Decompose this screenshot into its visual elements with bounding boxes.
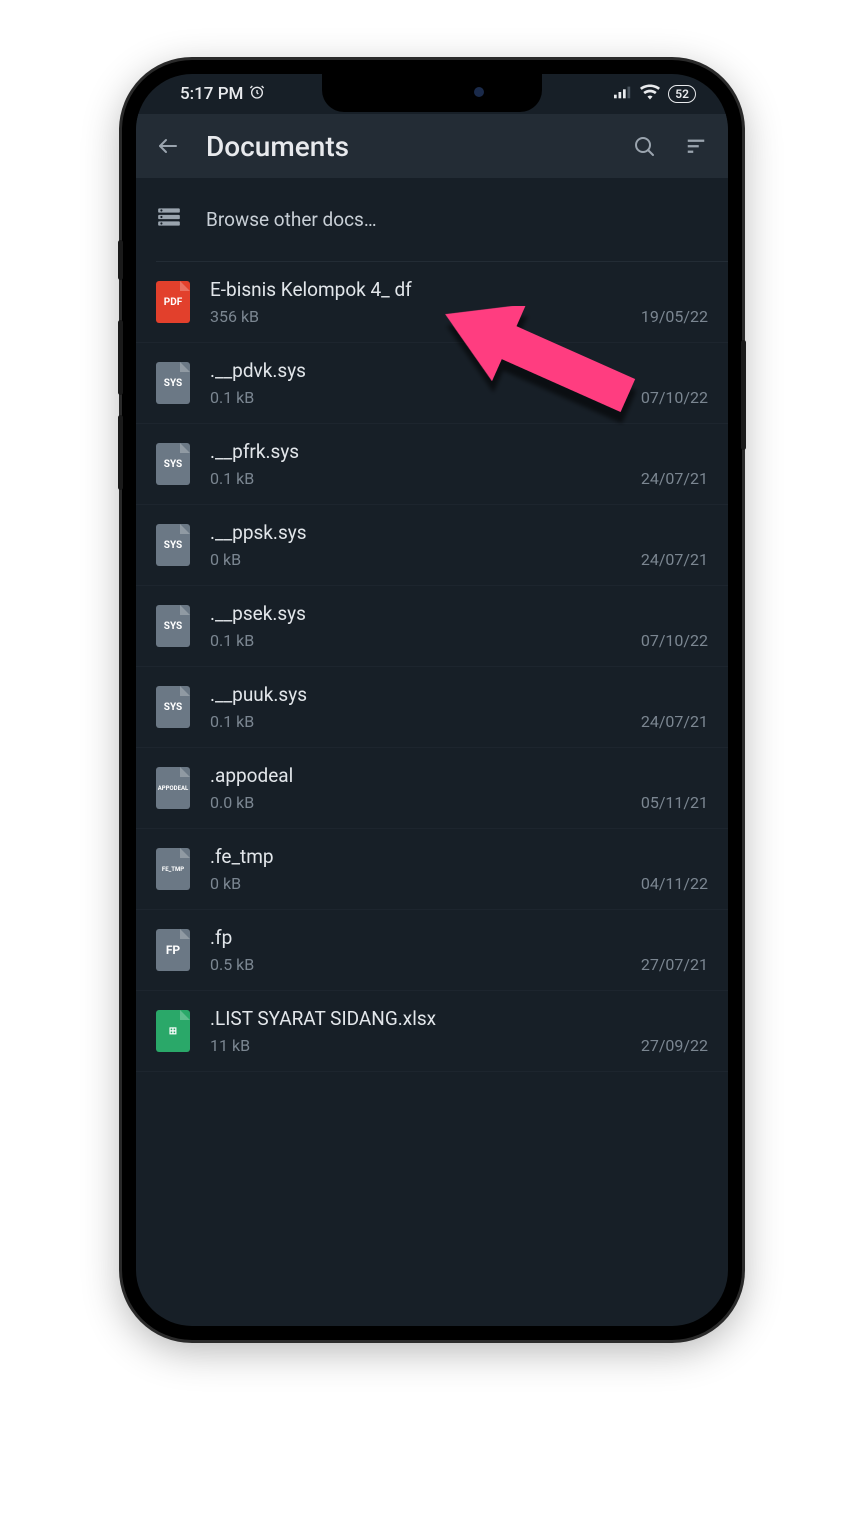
- file-info: .fe_tmp 0 kB 04/11/22: [210, 845, 708, 893]
- battery-indicator: 52: [668, 85, 696, 103]
- file-size: 0 kB: [210, 550, 241, 569]
- file-date: 24/07/21: [641, 712, 708, 731]
- file-name: .__pfrk.sys: [210, 440, 708, 463]
- alarm-icon: [249, 84, 265, 105]
- file-row[interactable]: APPODEAL .appodeal 0.0 kB 05/11/21: [136, 748, 728, 829]
- file-meta: 0.1 kB 24/07/21: [210, 712, 708, 731]
- file-row[interactable]: FE_TMP .fe_tmp 0 kB 04/11/22: [136, 829, 728, 910]
- sys-file-icon: SYS: [156, 686, 190, 728]
- file-name: .__psek.sys: [210, 602, 708, 625]
- file-name: .appodeal: [210, 764, 708, 787]
- pdf-file-icon: PDF: [156, 281, 190, 323]
- battery-percent: 52: [675, 87, 689, 101]
- file-name: .fe_tmp: [210, 845, 708, 868]
- file-meta: 0.0 kB 05/11/21: [210, 793, 708, 812]
- file-date: 07/10/22: [641, 388, 708, 407]
- status-time: 5:17 PM: [180, 84, 243, 104]
- file-date: 24/07/21: [641, 469, 708, 488]
- content-area: Browse other docs… PDF E-bisnis Kelompok…: [136, 178, 728, 1072]
- sys-file-icon: SYS: [156, 362, 190, 404]
- file-date: 27/09/22: [641, 1036, 708, 1055]
- file-size: 0.1 kB: [210, 712, 254, 731]
- file-row[interactable]: SYS .__ppsk.sys 0 kB 24/07/21: [136, 505, 728, 586]
- file-meta: 0.5 kB 27/07/21: [210, 955, 708, 974]
- file-info: .__ppsk.sys 0 kB 24/07/21: [210, 521, 708, 569]
- file-date: 04/11/22: [641, 874, 708, 893]
- sys-file-icon: SYS: [156, 605, 190, 647]
- file-meta: 0.1 kB 07/10/22: [210, 388, 708, 407]
- file-row[interactable]: ⊞ .LIST SYARAT SIDANG.xlsx 11 kB 27/09/22: [136, 991, 728, 1072]
- file-list: PDF E-bisnis Kelompok 4_ df 356 kB 19/05/2…: [136, 262, 728, 1072]
- phone-notch: [322, 74, 542, 112]
- back-button[interactable]: [154, 132, 182, 160]
- file-date: 19/05/22: [641, 307, 708, 326]
- signal-icon: [614, 84, 632, 104]
- file-info: .__pfrk.sys 0.1 kB 24/07/21: [210, 440, 708, 488]
- wifi-icon: [640, 84, 660, 105]
- file-row[interactable]: SYS .__psek.sys 0.1 kB 07/10/22: [136, 586, 728, 667]
- file-row[interactable]: SYS .__puuk.sys 0.1 kB 24/07/21: [136, 667, 728, 748]
- file-meta: 0.1 kB 07/10/22: [210, 631, 708, 650]
- phone-mute-switch: [118, 240, 123, 280]
- file-name: E-bisnis Kelompok 4_ df: [210, 278, 708, 301]
- phone-volume-up: [118, 320, 123, 395]
- file-meta: 0 kB 04/11/22: [210, 874, 708, 893]
- file-info: .__pdvk.sys 0.1 kB 07/10/22: [210, 359, 708, 407]
- file-size: 356 kB: [210, 307, 259, 326]
- file-name: .__ppsk.sys: [210, 521, 708, 544]
- page-title: Documents: [206, 130, 606, 163]
- file-row[interactable]: FP .fp 0.5 kB 27/07/21: [136, 910, 728, 991]
- file-size: 0.1 kB: [210, 469, 254, 488]
- file-size: 11 kB: [210, 1036, 250, 1055]
- file-date: 24/07/21: [641, 550, 708, 569]
- phone-frame: 5:17 PM 52 Document: [122, 60, 742, 1340]
- file-date: 07/10/22: [641, 631, 708, 650]
- file-date: 27/07/21: [641, 955, 708, 974]
- file-date: 05/11/21: [641, 793, 708, 812]
- file-size: 0.5 kB: [210, 955, 254, 974]
- file-info: .LIST SYARAT SIDANG.xlsx 11 kB 27/09/22: [210, 1007, 708, 1055]
- file-info: .fp 0.5 kB 27/07/21: [210, 926, 708, 974]
- fp-file-icon: FP: [156, 929, 190, 971]
- file-meta: 0.1 kB 24/07/21: [210, 469, 708, 488]
- file-meta: 11 kB 27/09/22: [210, 1036, 708, 1055]
- browse-other-docs[interactable]: Browse other docs…: [136, 178, 728, 261]
- file-meta: 356 kB 19/05/22: [210, 307, 708, 326]
- generic-file-icon: FE_TMP: [156, 848, 190, 890]
- file-name: .LIST SYARAT SIDANG.xlsx: [210, 1007, 708, 1030]
- file-meta: 0 kB 24/07/21: [210, 550, 708, 569]
- xlsx-file-icon: ⊞: [156, 1010, 190, 1052]
- sys-file-icon: SYS: [156, 443, 190, 485]
- storage-icon: [156, 204, 184, 235]
- file-size: 0.1 kB: [210, 388, 254, 407]
- file-size: 0.1 kB: [210, 631, 254, 650]
- app-bar: Documents: [136, 114, 728, 178]
- file-row[interactable]: PDF E-bisnis Kelompok 4_ df 356 kB 19/05/2…: [136, 262, 728, 343]
- file-name: .__pdvk.sys: [210, 359, 708, 382]
- browse-label: Browse other docs…: [206, 208, 377, 231]
- file-row[interactable]: SYS .__pfrk.sys 0.1 kB 24/07/21: [136, 424, 728, 505]
- file-size: 0 kB: [210, 874, 241, 893]
- file-info: .__psek.sys 0.1 kB 07/10/22: [210, 602, 708, 650]
- phone-power-button: [741, 340, 746, 450]
- file-name: .fp: [210, 926, 708, 949]
- file-info: E-bisnis Kelompok 4_ df 356 kB 19/05/22: [210, 278, 708, 326]
- generic-file-icon: APPODEAL: [156, 767, 190, 809]
- file-row[interactable]: SYS .__pdvk.sys 0.1 kB 07/10/22: [136, 343, 728, 424]
- file-info: .appodeal 0.0 kB 05/11/21: [210, 764, 708, 812]
- sys-file-icon: SYS: [156, 524, 190, 566]
- search-button[interactable]: [630, 132, 658, 160]
- file-name: .__puuk.sys: [210, 683, 708, 706]
- phone-volume-down: [118, 415, 123, 490]
- file-size: 0.0 kB: [210, 793, 254, 812]
- file-info: .__puuk.sys 0.1 kB 24/07/21: [210, 683, 708, 731]
- phone-screen: 5:17 PM 52 Document: [136, 74, 728, 1326]
- sort-button[interactable]: [682, 132, 710, 160]
